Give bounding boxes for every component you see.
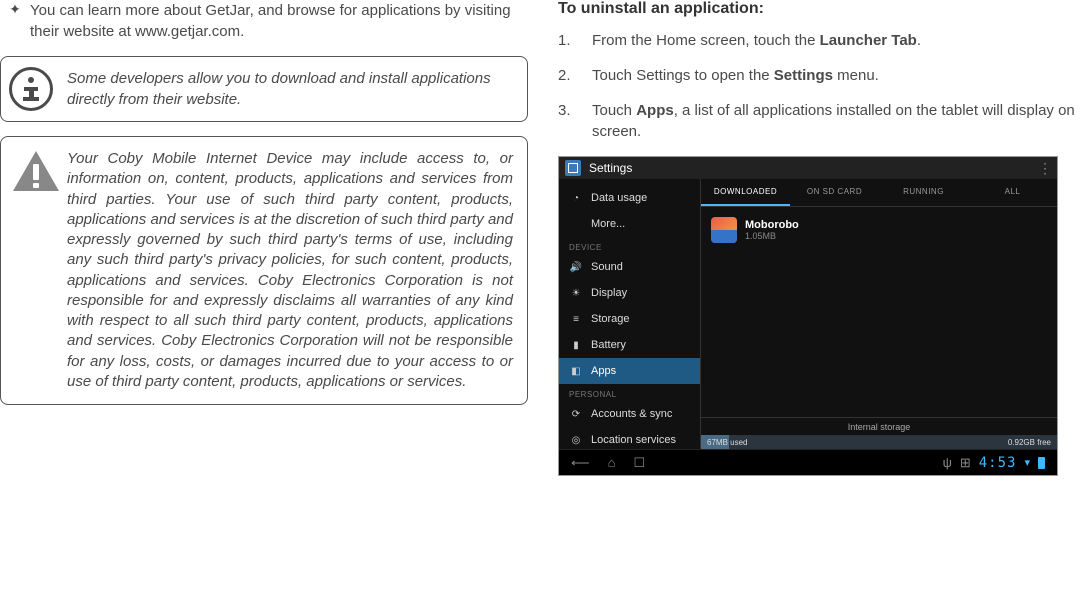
location-icon: ◎: [569, 433, 583, 447]
sidebar-item-location[interactable]: ◎ Location services: [559, 427, 700, 453]
tab-running[interactable]: RUNNING: [879, 179, 968, 206]
storage-icon: ≡: [569, 312, 583, 326]
sidebar-item-accounts[interactable]: ⟳ Accounts & sync: [559, 401, 700, 427]
app-row-moborobo[interactable]: Moborobo 1.05MB: [701, 213, 1057, 247]
storage-free: 0.92GB free: [1008, 438, 1051, 447]
data-usage-icon: ◔: [569, 191, 583, 205]
sidebar-item-display[interactable]: ☀ Display: [559, 280, 700, 306]
wifi-icon: ▾: [1024, 456, 1030, 469]
usb-icon: ψ: [943, 455, 952, 470]
step-1: 1. From the Home screen, touch the Launc…: [558, 30, 1087, 51]
sidebar-section-personal: PERSONAL: [559, 384, 700, 401]
info-text: Some developers allow you to download an…: [67, 68, 513, 110]
app-size: 1.05MB: [745, 231, 799, 241]
nav-recent-icon[interactable]: ☐: [634, 455, 646, 471]
sound-icon: 🔊: [569, 260, 583, 274]
tab-downloaded[interactable]: DOWNLOADED: [701, 179, 790, 206]
display-icon: ☀: [569, 286, 583, 300]
warning-callout: Your Coby Mobile Internet Device may inc…: [0, 136, 528, 405]
apps-icon: ◧: [569, 364, 583, 378]
sidebar-item-storage[interactable]: ≡ Storage: [559, 306, 700, 332]
tablet-screenshot: Settings ⋮ ◔ Data usage More... DEVICE 🔊…: [558, 156, 1058, 476]
bullet-text: You can learn more about GetJar, and bro…: [30, 0, 528, 42]
info-callout: Some developers allow you to download an…: [0, 56, 528, 122]
sidebar-item-battery[interactable]: ▮ Battery: [559, 332, 700, 358]
sync-icon: ⟳: [569, 407, 583, 421]
overflow-menu-icon[interactable]: ⋮: [1038, 160, 1051, 177]
warning-text: Your Coby Mobile Internet Device may inc…: [67, 149, 513, 392]
sidebar-section-device: DEVICE: [559, 237, 700, 254]
warning-icon: [13, 151, 59, 191]
uninstall-heading: To uninstall an application:: [558, 0, 1087, 18]
step-2: 2. Touch Settings to open the Settings m…: [558, 65, 1087, 86]
nav-home-icon[interactable]: ⌂: [608, 455, 616, 471]
tab-sdcard[interactable]: ON SD CARD: [790, 179, 879, 206]
settings-app-icon: [565, 160, 581, 176]
app-name: Moborobo: [745, 219, 799, 231]
app-icon: [711, 217, 737, 243]
clock: 4:53: [979, 455, 1017, 471]
sidebar-item-data-usage[interactable]: ◔ Data usage: [559, 185, 700, 211]
tab-all[interactable]: ALL: [968, 179, 1057, 206]
settings-title: Settings: [589, 161, 632, 175]
sidebar-item-apps[interactable]: ◧ Apps: [559, 358, 700, 384]
sidebar-item-more[interactable]: More...: [559, 211, 700, 237]
storage-bar: Internal storage 67MB used 0.92GB free: [701, 417, 1057, 449]
storage-used: 67MB used: [707, 438, 747, 447]
settings-sidebar: ◔ Data usage More... DEVICE 🔊 Sound ☀ Di…: [559, 179, 701, 449]
info-icon: [9, 67, 53, 111]
battery-icon: ▮: [569, 338, 583, 352]
nav-back-icon[interactable]: ⟵: [571, 455, 590, 471]
battery-status-icon: [1038, 457, 1045, 469]
debug-icon: ⊞: [960, 455, 971, 471]
bullet-icon: ✦: [0, 0, 30, 42]
sidebar-item-sound[interactable]: 🔊 Sound: [559, 254, 700, 280]
step-3: 3. Touch Apps, a list of all application…: [558, 100, 1087, 142]
